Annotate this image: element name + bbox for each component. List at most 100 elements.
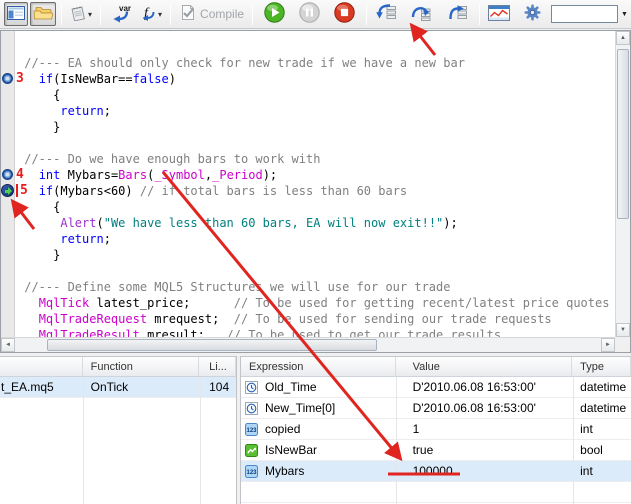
column-divider <box>83 377 84 504</box>
vertical-scrollbar[interactable]: ▲ ▼ <box>615 31 630 337</box>
call-stack-panel: FunctionLi... t_EA.mq5OnTick104 <box>0 356 237 504</box>
scroll-left-icon[interactable]: ◄ <box>1 338 15 352</box>
start-debugging-button[interactable] <box>261 2 288 26</box>
open-chart-button[interactable] <box>485 2 513 26</box>
step-out-button[interactable] <box>443 2 471 26</box>
callstack-header: FunctionLi... <box>0 357 236 377</box>
column-header[interactable] <box>0 357 83 376</box>
value-cell: 100000 <box>396 461 573 482</box>
vertical-scroll-thumb[interactable] <box>617 49 629 219</box>
line-cell: 104 <box>199 377 236 398</box>
code-line: if(Mybars<60) // if total bars is less t… <box>17 183 615 199</box>
window-layout-icon <box>7 6 25 23</box>
jump-to-function-icon: f <box>140 3 157 26</box>
column-header[interactable]: Type <box>572 357 631 376</box>
column-header[interactable]: Li... <box>199 357 236 376</box>
jump-to-variable-button[interactable]: var <box>106 2 135 26</box>
svg-text:var: var <box>119 4 131 13</box>
jump-to-function-button[interactable]: f ▾ <box>137 2 165 26</box>
value-cell <box>396 482 573 503</box>
compile-label: Compile <box>200 7 244 21</box>
dropdown-caret-icon: ▾ <box>158 10 162 19</box>
column-header[interactable]: Expression <box>241 357 396 376</box>
settings-button[interactable] <box>521 2 544 26</box>
expression-cell: New_Time[0] <box>241 398 396 419</box>
breakpoint-icon[interactable] <box>2 169 13 180</box>
code-line: //--- EA should only check for new trade… <box>17 55 615 71</box>
watch-panel: ExpressionValueType Old_TimeD'2010.06.08… <box>240 356 631 504</box>
value-cell: 1 <box>396 419 573 440</box>
code-line: //--- Do we have enough bars to work wit… <box>17 151 615 167</box>
compile-icon <box>179 5 196 23</box>
type-cell <box>572 482 631 503</box>
code-line: //--- Define some MQL5 Structures we wil… <box>17 279 615 295</box>
metaeditor-window: ▾ var f ▾ Compile <box>0 0 631 504</box>
code-line <box>17 263 615 279</box>
new-object-button[interactable]: ▾ <box>67 2 95 26</box>
debug-profile-combobox[interactable]: ▼ <box>551 5 631 23</box>
play-icon <box>264 2 285 26</box>
column-header[interactable]: Value <box>396 357 573 376</box>
file-cell: t_EA.mq5 <box>0 377 83 398</box>
clock-icon <box>245 381 259 394</box>
breakpoint-icon[interactable] <box>2 73 13 84</box>
code-line: } <box>17 247 615 263</box>
expression-cell: Old_Time <box>241 377 396 398</box>
code-line: { <box>17 87 615 103</box>
code-line: MqlTick latest_price; // To be used for … <box>17 295 615 311</box>
folders-icon <box>33 6 53 23</box>
expression-cell <box>241 482 396 503</box>
code-line: } <box>17 119 615 135</box>
clock-icon <box>245 402 259 415</box>
editor-gutter[interactable] <box>1 31 15 337</box>
code-line: Alert("We have less than 60 bars, EA wil… <box>17 215 615 231</box>
current-position-icon[interactable] <box>1 184 14 197</box>
value-cell: true <box>396 440 573 461</box>
jump-to-variable-icon: var <box>109 3 132 26</box>
type-cell: bool <box>572 440 631 461</box>
code-editor[interactable]: //--- EA should only check for new trade… <box>0 30 631 353</box>
value-cell: D'2010.06.08 16:53:00' <box>396 377 573 398</box>
file-navigator-button[interactable] <box>30 2 56 26</box>
expression-cell: 123copied <box>241 419 396 440</box>
stop-debugging-button[interactable] <box>331 2 358 26</box>
function-cell: OnTick <box>83 377 200 398</box>
toolbar-separator <box>366 4 367 25</box>
toolbar-separator <box>170 4 171 25</box>
combobox-input[interactable] <box>551 5 618 23</box>
code-line: return; <box>17 231 615 247</box>
code-line <box>17 39 615 55</box>
scroll-down-icon[interactable]: ▼ <box>616 323 630 337</box>
toolbar-separator <box>479 4 480 25</box>
window-layout-button[interactable] <box>4 2 28 26</box>
column-header[interactable]: Function <box>83 357 199 376</box>
step-into-icon <box>375 4 397 24</box>
code-line: if(IsNewBar==false) <box>17 71 615 87</box>
type-cell: int <box>572 419 631 440</box>
number-123-icon: 123 <box>245 465 259 478</box>
svg-text:123: 123 <box>246 428 257 434</box>
scroll-up-icon[interactable]: ▲ <box>616 31 630 45</box>
step-over-button[interactable] <box>407 2 435 26</box>
combobox-dropdown-icon[interactable]: ▼ <box>618 5 631 23</box>
horizontal-scrollbar[interactable]: ◄ ► <box>1 337 615 352</box>
code-line: MqlTradeResult mresult; // To be used to… <box>17 327 615 337</box>
step-into-button[interactable] <box>372 2 400 26</box>
number-123-icon: 123 <box>245 423 259 436</box>
gear-icon <box>524 4 541 24</box>
code-line <box>17 135 615 151</box>
step-out-icon <box>446 4 468 24</box>
code-line: int Mybars=Bars(_Symbol,_Period); <box>17 167 615 183</box>
new-object-icon <box>70 5 87 24</box>
compile-button[interactable]: Compile <box>176 2 247 26</box>
svg-text:123: 123 <box>246 470 257 476</box>
chart-icon <box>488 5 510 24</box>
toolbar-separator <box>61 4 62 25</box>
pause-debugging-button[interactable] <box>296 2 323 26</box>
dropdown-caret-icon: ▾ <box>88 10 92 19</box>
scroll-right-icon[interactable]: ► <box>601 338 615 352</box>
watch-header: ExpressionValueType <box>241 357 631 377</box>
column-divider <box>396 377 397 504</box>
horizontal-scroll-thumb[interactable] <box>47 339 377 351</box>
code-line: { <box>17 199 615 215</box>
